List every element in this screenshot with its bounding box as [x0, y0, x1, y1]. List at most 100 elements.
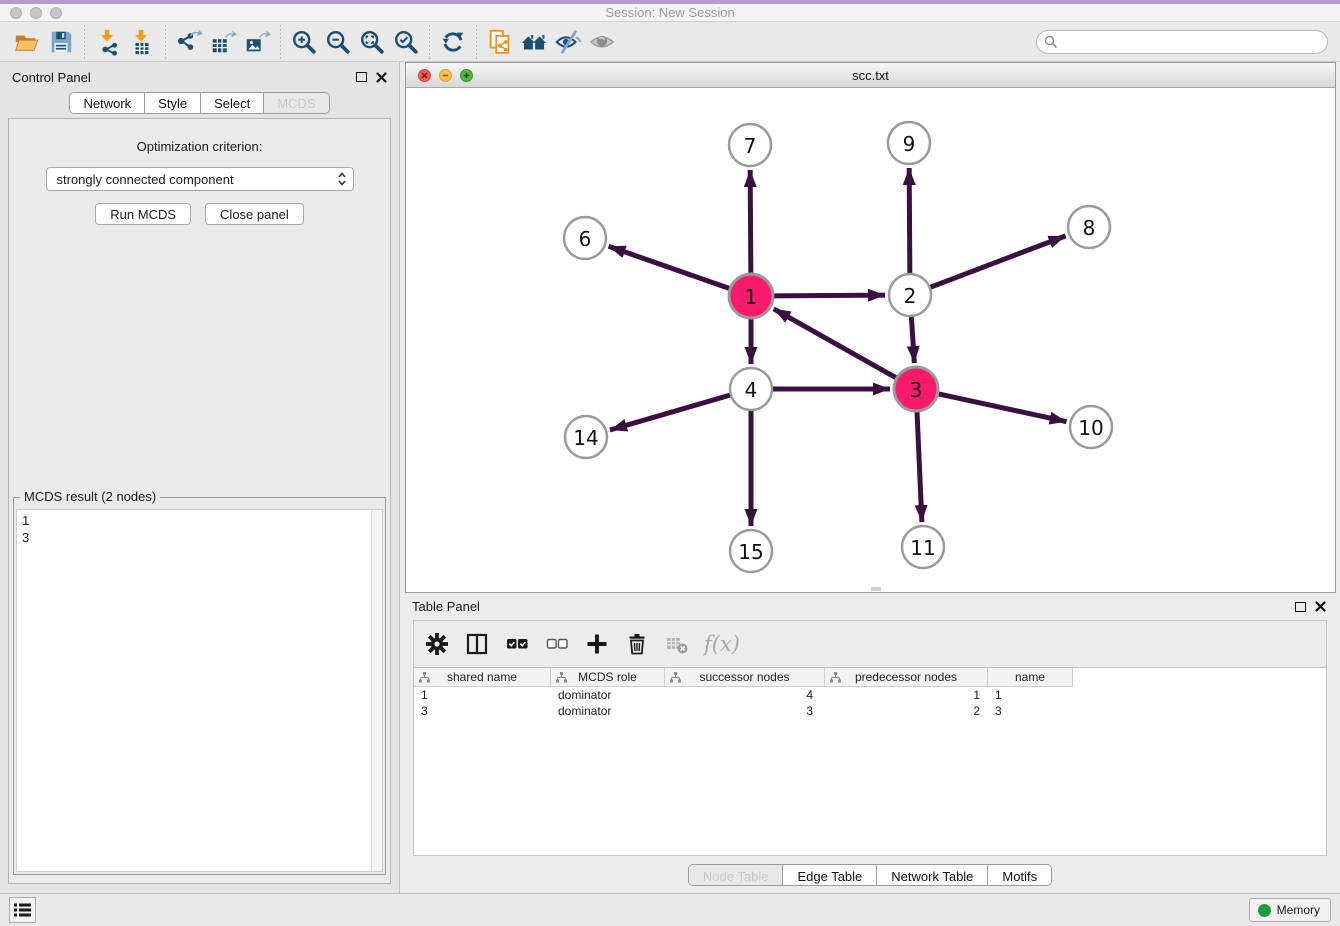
- graph-edge-4-14[interactable]: [610, 395, 731, 430]
- graph-node-label: 10: [1078, 416, 1103, 440]
- function-builder-button[interactable]: f(x): [702, 632, 740, 656]
- save-disk-icon: [47, 28, 75, 56]
- graph-edge-3-1[interactable]: [774, 309, 897, 378]
- memory-button[interactable]: Memory: [1249, 898, 1331, 922]
- import-table-icon: [128, 28, 156, 56]
- select-all-columns-button[interactable]: [502, 629, 532, 659]
- memory-status-icon: [1258, 904, 1271, 917]
- graph-edge-1-6[interactable]: [609, 246, 731, 288]
- export-image-button[interactable]: [240, 26, 274, 58]
- mcds-result-textarea[interactable]: 1 3: [16, 509, 383, 872]
- export-network-button[interactable]: [172, 26, 206, 58]
- column-label: successor nodes: [699, 670, 789, 684]
- table-panel-title: Table Panel: [412, 599, 480, 614]
- create-column-button[interactable]: [582, 629, 612, 659]
- show-all-button[interactable]: [585, 26, 619, 58]
- zoom-fit-icon: [358, 28, 386, 56]
- deselect-all-columns-button[interactable]: [542, 629, 572, 659]
- table-row[interactable]: 1 dominator 4 1 1: [414, 687, 1326, 703]
- criterion-dropdown[interactable]: strongly connected component: [46, 167, 354, 191]
- result-scrollbar[interactable]: [371, 510, 382, 871]
- graph-node-label: 14: [573, 426, 598, 450]
- toggle-panes-button[interactable]: [462, 629, 492, 659]
- table-settings-button[interactable]: [422, 629, 452, 659]
- import-network-icon: [94, 28, 122, 56]
- main-area: Control Panel Network Style Select MCDS …: [0, 62, 1340, 893]
- tab-mcds[interactable]: MCDS: [264, 93, 328, 113]
- toolbar-separator: [476, 25, 477, 59]
- graph-edge-2-9[interactable]: [909, 168, 910, 274]
- tab-network-table[interactable]: Network Table: [877, 865, 988, 885]
- tab-motifs[interactable]: Motifs: [988, 865, 1051, 885]
- table-row[interactable]: 3 dominator 3 2 3: [414, 703, 1326, 719]
- close-panel-icon[interactable]: [376, 72, 387, 83]
- split-columns-icon: [465, 632, 489, 656]
- search-input[interactable]: [1036, 30, 1328, 54]
- memory-label: Memory: [1277, 903, 1320, 917]
- column-header-predecessor-nodes[interactable]: predecessor nodes: [825, 668, 988, 687]
- refresh-icon: [439, 28, 467, 56]
- refresh-button[interactable]: [436, 26, 470, 58]
- delete-table-button[interactable]: [662, 629, 692, 659]
- import-table-button[interactable]: [125, 26, 159, 58]
- graph-node-label: 11: [910, 536, 935, 560]
- column-header-mcds-role[interactable]: MCDS role: [551, 668, 665, 687]
- column-header-name[interactable]: name: [988, 668, 1073, 687]
- node-table: shared name MCDS role successor nodes: [414, 667, 1326, 855]
- save-session-button[interactable]: [44, 26, 78, 58]
- open-session-button[interactable]: [10, 26, 44, 58]
- export-table-button[interactable]: [206, 26, 240, 58]
- float-table-panel-icon[interactable]: [1295, 602, 1306, 612]
- delete-column-button[interactable]: [622, 629, 652, 659]
- graph-node-label: 15: [738, 540, 763, 564]
- duplicate-network-button[interactable]: [483, 26, 517, 58]
- graph-edge-2-3[interactable]: [911, 316, 914, 363]
- graph-edge-3-11[interactable]: [917, 411, 922, 522]
- graph-edge-1-7[interactable]: [750, 170, 751, 274]
- close-panel-button[interactable]: Close panel: [205, 203, 304, 225]
- first-neighbors-button[interactable]: [517, 26, 551, 58]
- cell-mcds-role: dominator: [551, 703, 665, 719]
- mcds-result-group: MCDS result (2 nodes) 1 3: [13, 497, 386, 875]
- tab-edge-table[interactable]: Edge Table: [783, 865, 877, 885]
- float-panel-icon[interactable]: [356, 72, 367, 82]
- cell-successor-nodes: 3: [665, 703, 825, 719]
- table-toolbar: f(x): [414, 621, 1326, 667]
- column-header-shared-name[interactable]: shared name: [414, 668, 551, 687]
- graph-node-label: 4: [745, 378, 758, 402]
- tab-node-table[interactable]: Node Table: [689, 865, 784, 885]
- attribute-tree-icon: [670, 672, 681, 683]
- graph-node-label: 6: [579, 227, 592, 251]
- task-history-button[interactable]: [9, 897, 36, 923]
- open-folder-icon: [13, 28, 41, 56]
- mcds-result-title: MCDS result (2 nodes): [20, 489, 160, 504]
- graph-edge-2-8[interactable]: [930, 236, 1066, 288]
- cell-name: 1: [988, 687, 1073, 703]
- column-label: predecessor nodes: [855, 670, 957, 684]
- zoom-fit-button[interactable]: [355, 26, 389, 58]
- zoom-in-button[interactable]: [287, 26, 321, 58]
- tab-style[interactable]: Style: [145, 93, 201, 113]
- toolbar-separator: [280, 25, 281, 59]
- zoom-in-icon: [290, 28, 318, 56]
- zoom-selected-button[interactable]: [389, 26, 423, 58]
- tab-select[interactable]: Select: [201, 93, 264, 113]
- import-network-button[interactable]: [91, 26, 125, 58]
- optimization-criterion-label: Optimization criterion:: [9, 139, 390, 154]
- pane-resize-handle[interactable]: [871, 587, 881, 591]
- run-mcds-button[interactable]: Run MCDS: [95, 203, 191, 225]
- cell-name: 3: [988, 703, 1073, 719]
- duplicate-network-icon: [486, 28, 514, 56]
- graph-edge-3-10[interactable]: [937, 394, 1066, 422]
- column-header-successor-nodes[interactable]: successor nodes: [665, 668, 825, 687]
- network-window-title: scc.txt: [406, 68, 1335, 83]
- tab-network[interactable]: Network: [70, 93, 145, 113]
- graph-node-label: 7: [744, 134, 757, 158]
- hide-selected-button[interactable]: [551, 26, 585, 58]
- network-canvas[interactable]: 7968124314101511: [406, 88, 1335, 592]
- zoom-out-button[interactable]: [321, 26, 355, 58]
- network-window-titlebar: scc.txt: [406, 63, 1335, 88]
- mcds-tab-content: Optimization criterion: strongly connect…: [8, 118, 391, 884]
- close-table-panel-icon[interactable]: [1315, 601, 1326, 612]
- graph-edge-1-2[interactable]: [773, 295, 885, 296]
